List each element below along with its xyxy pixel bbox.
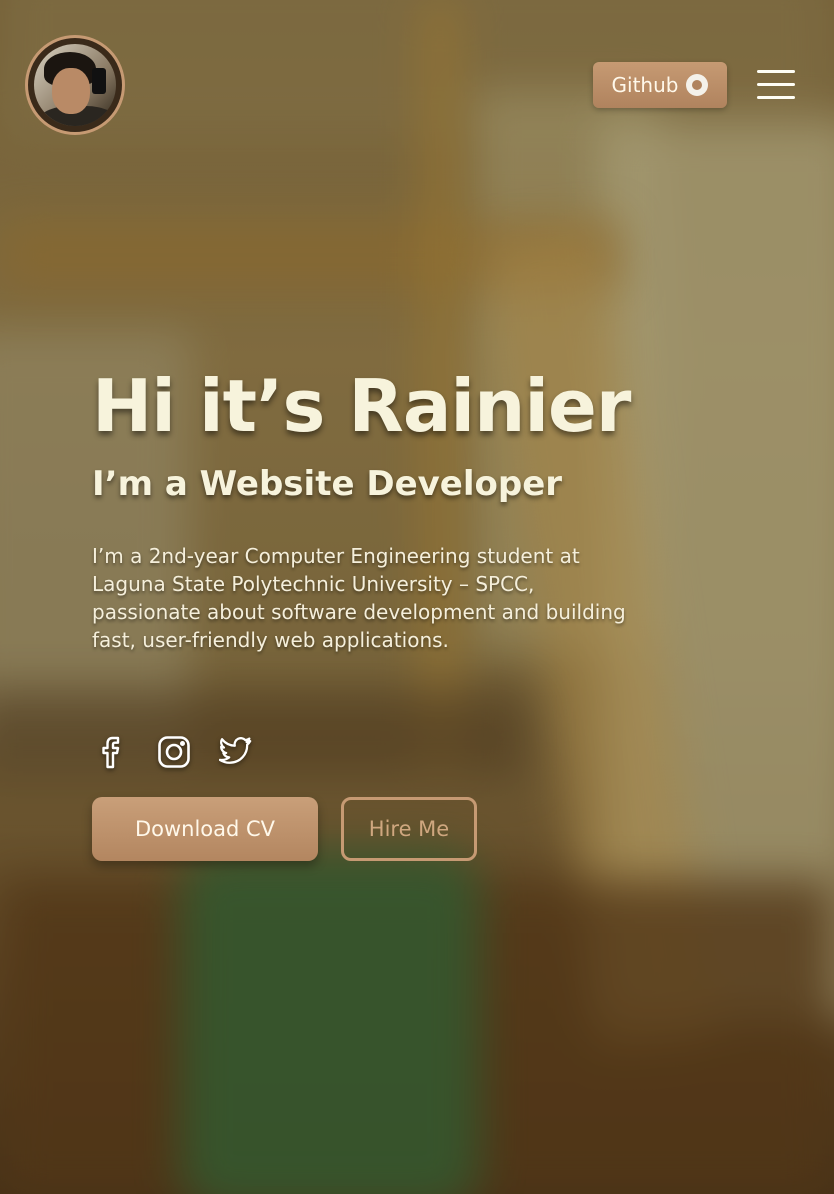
github-label: Github [611,73,679,97]
hire-me-button[interactable]: Hire Me [341,797,477,861]
hero-subtitle: I’m a Website Developer [92,464,563,504]
twitter-icon[interactable] [219,735,253,769]
hero-title: Hi it’s Rainier [92,364,631,448]
facebook-icon[interactable] [95,735,129,769]
hero-description: I’m a 2nd-year Computer Engineering stud… [92,544,626,652]
avatar[interactable] [25,35,125,135]
github-button[interactable]: Github [593,62,727,108]
download-cv-button[interactable]: Download CV [92,797,318,861]
hamburger-menu-icon[interactable] [757,68,797,102]
social-links [95,735,253,769]
github-icon [686,74,709,96]
hero-section: Hi it’s Rainier I’m a Website Developer … [92,370,712,654]
instagram-icon[interactable] [157,735,191,769]
